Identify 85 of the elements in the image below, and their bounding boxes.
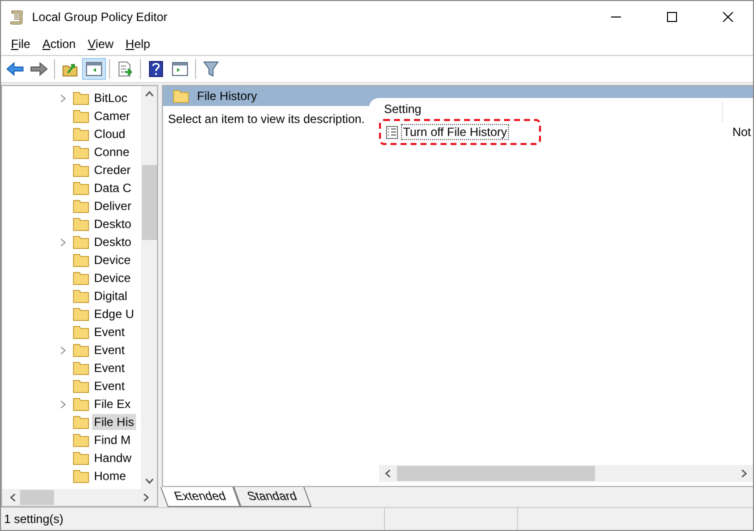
scrollbar-thumb[interactable] bbox=[397, 466, 595, 481]
expand-chevron-icon[interactable] bbox=[60, 400, 66, 408]
expand-chevron-icon[interactable] bbox=[60, 346, 66, 354]
tree-item[interactable]: Device bbox=[92, 270, 133, 286]
expand-chevron-icon[interactable] bbox=[60, 94, 66, 102]
tree-item[interactable]: Handw bbox=[92, 450, 134, 466]
column-header[interactable]: Setting bbox=[379, 102, 723, 122]
maximize-icon[interactable] bbox=[667, 12, 677, 22]
folder-icon bbox=[73, 397, 89, 411]
tree-item[interactable]: Deskto bbox=[92, 234, 134, 250]
menu-item[interactable]: View bbox=[82, 37, 120, 51]
status-text: 1 setting(s) bbox=[3, 512, 64, 526]
folder-icon bbox=[73, 127, 89, 141]
tree-item[interactable]: Creder bbox=[92, 162, 133, 178]
folder-icon bbox=[73, 217, 89, 231]
folder-icon bbox=[73, 469, 89, 483]
filter-icon[interactable] bbox=[203, 61, 219, 77]
folder-icon bbox=[73, 253, 89, 267]
folder-icon bbox=[73, 235, 89, 249]
scroll-left-icon[interactable] bbox=[385, 469, 391, 478]
tree-item[interactable]: Deliver bbox=[92, 198, 134, 214]
tree-item[interactable]: Device bbox=[92, 252, 133, 268]
setting-state: Not bbox=[732, 125, 752, 139]
scroll-icon bbox=[9, 9, 25, 25]
back-arrow-icon[interactable] bbox=[6, 62, 24, 76]
folder-icon bbox=[73, 199, 89, 213]
folder-icon bbox=[73, 379, 89, 393]
scroll-right-icon[interactable] bbox=[143, 493, 149, 502]
folder-icon bbox=[73, 289, 89, 303]
folder-icon bbox=[73, 325, 89, 339]
folder-icon bbox=[173, 89, 189, 103]
window-title: Local Group Policy Editor bbox=[32, 10, 168, 24]
close-icon[interactable] bbox=[723, 12, 733, 22]
pane-title: File History bbox=[197, 89, 258, 103]
tree-item[interactable]: Camer bbox=[92, 108, 132, 124]
scrollbar-thumb[interactable] bbox=[142, 165, 156, 240]
setting-name[interactable]: Turn off File History bbox=[401, 124, 510, 140]
scroll-down-icon[interactable] bbox=[144, 478, 154, 484]
scrollbar-thumb[interactable] bbox=[20, 490, 54, 505]
folder-icon bbox=[73, 163, 89, 177]
export-list-icon[interactable] bbox=[117, 61, 133, 77]
folder-icon bbox=[73, 343, 89, 357]
expand-chevron-icon[interactable] bbox=[60, 238, 66, 246]
tree-item[interactable]: File Ex bbox=[92, 396, 133, 412]
tree-pane-icon[interactable] bbox=[86, 62, 102, 76]
vertical-scrollbar[interactable] bbox=[141, 86, 157, 489]
folder-icon bbox=[73, 181, 89, 195]
tree-item[interactable]: Cloud bbox=[92, 126, 128, 142]
folder-icon bbox=[73, 433, 89, 447]
tree-item[interactable]: Conne bbox=[92, 144, 132, 160]
tree-item[interactable]: Find M bbox=[92, 432, 133, 448]
folder-icon bbox=[73, 109, 89, 123]
horizontal-scrollbar[interactable] bbox=[2, 489, 157, 506]
folder-icon bbox=[73, 451, 89, 465]
folder-icon bbox=[73, 271, 89, 285]
tree-item[interactable]: Event bbox=[92, 378, 127, 394]
help-icon[interactable] bbox=[149, 61, 163, 77]
scroll-right-icon[interactable] bbox=[741, 469, 747, 478]
scroll-left-icon[interactable] bbox=[10, 493, 16, 502]
scroll-up-icon[interactable] bbox=[144, 91, 154, 97]
forward-arrow-icon[interactable] bbox=[30, 62, 48, 76]
tree-item[interactable]: File His bbox=[92, 414, 136, 430]
tree-item[interactable]: Digital bbox=[92, 288, 130, 304]
tree-item[interactable]: Event bbox=[92, 324, 127, 340]
folder-icon bbox=[73, 307, 89, 321]
menu-item[interactable]: Help bbox=[120, 37, 156, 51]
tree-item[interactable]: Event bbox=[92, 360, 127, 376]
tree-item[interactable]: Data C bbox=[92, 180, 134, 196]
folder-icon bbox=[73, 415, 89, 429]
menu-item[interactable]: Action bbox=[36, 37, 82, 51]
tree-item[interactable]: Home bbox=[92, 468, 128, 484]
tree-item[interactable]: Edge U bbox=[92, 306, 136, 322]
horizontal-scrollbar[interactable] bbox=[379, 465, 753, 482]
description-text: Select an item to view its description. bbox=[168, 112, 365, 126]
tree-item[interactable]: Event bbox=[92, 342, 127, 358]
folder-icon bbox=[73, 91, 89, 105]
policy-setting-icon bbox=[386, 126, 398, 138]
folder-up-icon[interactable] bbox=[62, 61, 78, 77]
folder-icon bbox=[73, 145, 89, 159]
tree-item[interactable]: Deskto bbox=[92, 216, 134, 232]
folder-icon bbox=[73, 361, 89, 375]
action-pane-icon[interactable] bbox=[172, 62, 188, 76]
tree-item[interactable]: BitLoc bbox=[92, 90, 130, 106]
view-tab[interactable]: Extended bbox=[160, 487, 240, 507]
menu-item[interactable]: File bbox=[5, 37, 36, 51]
